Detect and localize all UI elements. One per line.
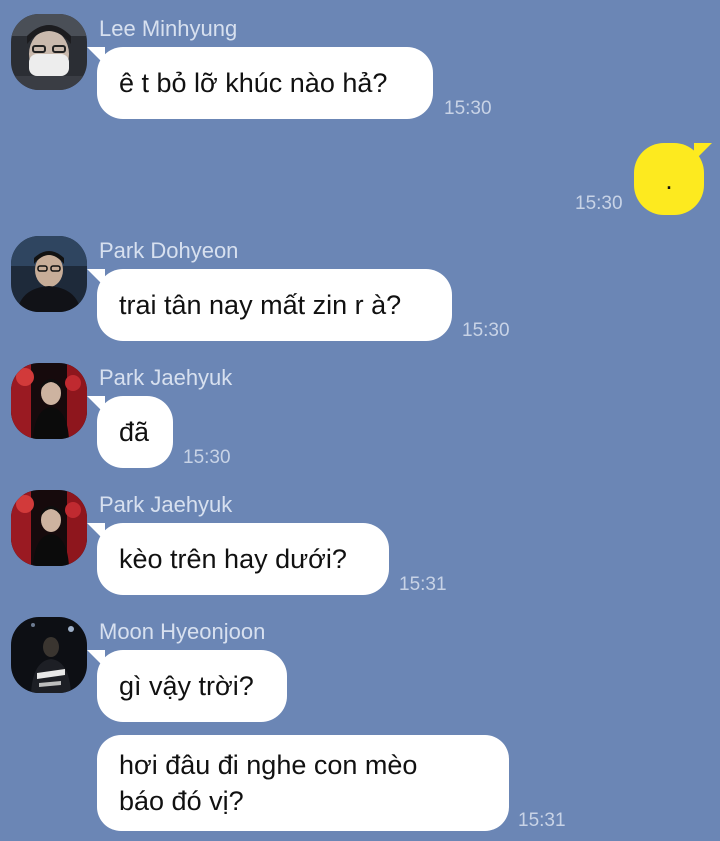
- message-time: 15:30: [575, 193, 623, 214]
- message-bubble[interactable]: đã: [87, 396, 173, 468]
- avatar-park-dohyeon[interactable]: [11, 236, 87, 312]
- message-text: trai tân nay mất zin r à?: [119, 290, 402, 320]
- bubble-tail: [87, 47, 105, 65]
- sender-name: Moon Hyeonjoon: [99, 619, 266, 644]
- message-bubble[interactable]: trai tân nay mất zin r à?: [87, 269, 452, 341]
- message-time: 15:30: [462, 320, 510, 341]
- sender-name: Park Jaehyuk: [99, 365, 233, 390]
- message-bubble[interactable]: kèo trên hay dưới?: [87, 523, 389, 595]
- avatar-park-jaehyuk[interactable]: [11, 490, 87, 566]
- outgoing-message-bubble[interactable]: .: [634, 143, 712, 215]
- bubble-tail: [87, 269, 105, 287]
- message-bubble[interactable]: ê t bỏ lỡ khúc nào hả?: [87, 47, 433, 119]
- message-text: ê t bỏ lỡ khúc nào hả?: [119, 68, 388, 98]
- message-time: 15:31: [518, 810, 566, 831]
- message-time: 15:30: [444, 98, 492, 119]
- message-bubble[interactable]: gì vậy trời?: [87, 650, 287, 722]
- avatar-lee-minhyung[interactable]: [11, 14, 87, 90]
- bubble-tail: [87, 523, 105, 541]
- message-text: kèo trên hay dưới?: [119, 544, 347, 574]
- message-bubble[interactable]: hơi đâu đi nghe con mèo báo đó vị?: [97, 735, 509, 831]
- message-text: gì vậy trời?: [119, 671, 254, 701]
- message-time: 15:30: [183, 447, 231, 468]
- message-time: 15:31: [399, 574, 447, 595]
- bubble-tail: [87, 650, 105, 668]
- avatar-moon-hyeonjoon[interactable]: [11, 617, 87, 693]
- sender-name: Park Jaehyuk: [99, 492, 233, 517]
- message-text: đã: [119, 417, 150, 447]
- bubble-tail: [694, 143, 712, 161]
- sender-name: Park Dohyeon: [99, 238, 239, 263]
- sender-name: Lee Minhyung: [99, 16, 238, 41]
- bubble-tail: [87, 396, 105, 414]
- message-text: hơi đâu đi nghe con mèo báo đó vị?: [119, 750, 418, 816]
- message-text: .: [665, 165, 673, 195]
- avatar-park-jaehyuk[interactable]: [11, 363, 87, 439]
